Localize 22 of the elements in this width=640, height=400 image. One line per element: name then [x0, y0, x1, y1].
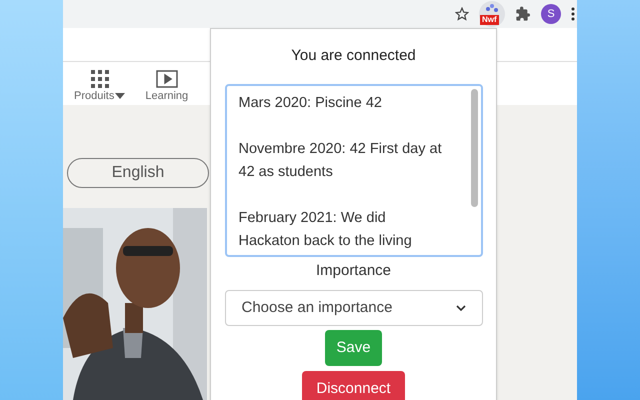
nav-item[interactable]: Learning — [145, 88, 188, 104]
menu-icon[interactable] — [571, 7, 575, 21]
video-icon — [156, 70, 178, 88]
importance-select[interactable]: Choose an importance — [224, 290, 482, 326]
note-text: Mars 2020: Piscine 42 — [238, 94, 383, 112]
extension-badge: Nwf — [480, 15, 499, 25]
save-button[interactable]: Save — [325, 330, 382, 366]
star-icon[interactable] — [455, 7, 469, 21]
disconnect-button[interactable]: Disconnect — [302, 371, 405, 400]
chevron-icon — [456, 305, 466, 312]
note-text: February 2021: We did Hackaton back to the living — [238, 208, 413, 250]
note-text: Novembre 2020: 42 First day at 42 as students — [238, 140, 443, 182]
caret-icon — [115, 92, 126, 99]
importance-label: Importance — [316, 260, 392, 281]
connection-status: You are connected — [291, 46, 416, 66]
puzzle-icon[interactable] — [515, 6, 531, 22]
grid-icon — [90, 70, 109, 88]
profile-avatar[interactable]: S — [541, 4, 561, 24]
notes-textarea[interactable]: Mars 2020: Piscine 42 Novembre 2020: 42 First day at 42 as students February 2021: We did Hackaton back to the living — [224, 84, 482, 257]
language-button[interactable]: English — [67, 158, 209, 188]
dots-icon[interactable] — [485, 4, 499, 14]
nav-item[interactable]: Produits — [74, 88, 126, 104]
